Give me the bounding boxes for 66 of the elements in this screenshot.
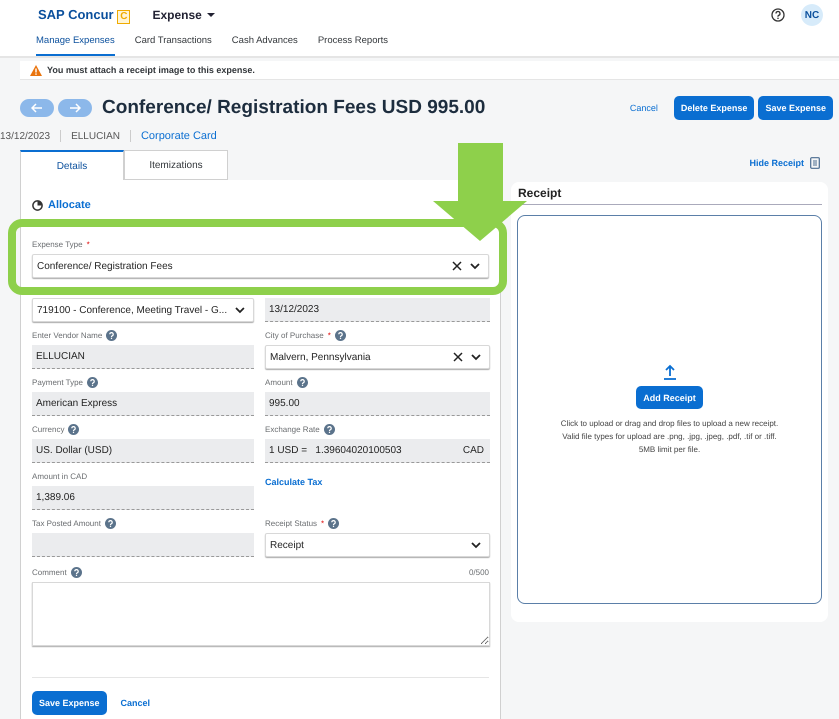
document-icon[interactable] (810, 157, 820, 169)
readonly-field: 13/12/2023 (265, 298, 490, 322)
required-mark: * (86, 240, 90, 249)
field-label: Exchange Rate (265, 425, 320, 434)
nav-tab[interactable]: Process Reports (318, 30, 388, 56)
field-label: Tax Posted Amount (32, 519, 101, 528)
allocate-link[interactable]: Allocate (48, 199, 91, 211)
field-label: Amount in CAD (32, 472, 88, 481)
calculate-tax-link[interactable]: Calculate Tax (265, 477, 322, 487)
readonly-field: US. Dollar (USD) (32, 439, 254, 463)
cancel-link[interactable]: Cancel (630, 103, 658, 113)
vendor-name: ELLUCIAN (71, 130, 120, 142)
arrow-right-icon (69, 103, 81, 113)
field-label: Currency (32, 425, 64, 434)
field-label: Receipt Status (265, 519, 318, 528)
field-label: City of Purchase (265, 331, 324, 340)
chevron-down-icon[interactable] (470, 262, 480, 270)
character-counter: 0/500 (468, 568, 489, 577)
readonly-field: 1 USD = 1.39604020100503 CAD (265, 439, 490, 463)
caret-icon (206, 12, 215, 18)
field-label: Payment Type (32, 378, 83, 387)
comment-field[interactable] (32, 582, 490, 646)
nav-tab[interactable]: Cash Advances (232, 30, 298, 56)
chevron-down-icon[interactable] (235, 306, 245, 314)
hide-receipt-link[interactable]: Hide Receipt (749, 158, 804, 168)
action-button[interactable]: Save Expense (758, 96, 833, 120)
warning-icon (30, 64, 42, 76)
field-label: Comment (32, 568, 67, 577)
expense-date: 13/12/2023 (0, 130, 50, 142)
clear-icon[interactable] (453, 352, 463, 362)
tab[interactable]: Details (20, 150, 124, 180)
add-receipt-button[interactable]: Add Receipt (636, 386, 703, 408)
action-button[interactable]: Delete Expense (674, 96, 754, 120)
expense-title: Conference/ Registration Fees USD 995.00 (102, 97, 486, 119)
select-field[interactable]: Malvern, Pennsylvania (265, 345, 490, 369)
alert-message: You must attach a receipt image to this expense. (47, 65, 255, 75)
expense-type-select[interactable]: Conference/ Registration Fees (32, 254, 489, 278)
tab[interactable]: Itemizations (124, 150, 228, 180)
module-menu[interactable]: Expense (152, 8, 215, 22)
required-mark: * (328, 331, 331, 340)
field-label: Amount (265, 378, 293, 387)
select-field[interactable]: 719100 - Conference, Meeting Travel - G... (32, 298, 254, 322)
cancel-link[interactable]: Cancel (120, 698, 150, 708)
arrow-left-icon (31, 103, 43, 113)
select-field[interactable]: Receipt (265, 533, 490, 557)
user-avatar[interactable]: NC (801, 4, 823, 26)
readonly-field: 1,389.06 (32, 486, 254, 510)
chevron-down-icon[interactable] (471, 542, 481, 548)
required-mark: * (321, 519, 324, 528)
readonly-field: American Express (32, 392, 254, 416)
payment-link[interactable]: Corporate Card (140, 130, 217, 142)
clear-icon[interactable] (452, 261, 462, 271)
nav-tab[interactable]: Card Transactions (134, 30, 212, 56)
brand-logo[interactable]: SAP Concur C (38, 6, 130, 24)
field-label: Enter Vendor Name (32, 331, 102, 340)
readonly-field: 995.00 (265, 392, 490, 416)
upload-icon (662, 364, 676, 380)
nav-tab[interactable]: Manage Expenses (36, 30, 115, 56)
help-icon[interactable] (771, 8, 785, 22)
pie-chart-icon (32, 200, 43, 210)
upload-instructions: Click to upload or drag and drop files to upload a new receipt. Valid file types for upload are .png, .jpg, .jpeg, .pdf, .tif or .tiff. 5MB limit per file. (560, 418, 778, 456)
chevron-down-icon[interactable] (471, 354, 481, 360)
upload-area[interactable]: Add Receipt Click to upload or drag and drop files to upload a new receipt. Valid file types for upload are .png, .jpg, .jpeg, .pdf, .tif or .tiff. 5MB limit per file. (517, 215, 822, 604)
readonly-field: ELLUCIAN (32, 345, 254, 369)
field-label: Expense Type (32, 240, 83, 249)
save-button[interactable]: Save Expense (32, 691, 107, 715)
